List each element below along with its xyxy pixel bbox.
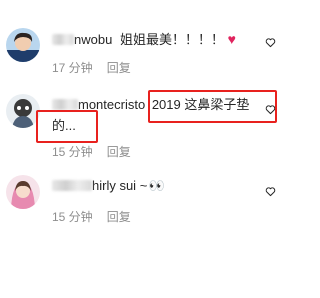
comment-item-2: montecristo 2019 这鼻梁子垫 的... 15 分钟 回复 <box>0 90 302 170</box>
reply-button[interactable]: 回复 <box>107 210 131 224</box>
avatar[interactable] <box>6 28 40 62</box>
comment-meta: 15 分钟 回复 <box>52 143 131 160</box>
comment-text-line: nwobu 姐姐最美！！！！ ♥ <box>52 31 236 48</box>
heart-emoji: ♥ <box>227 31 236 47</box>
username-redacted <box>52 34 74 45</box>
comment-meta: 15 分钟 回复 <box>52 208 131 225</box>
avatar[interactable] <box>6 94 40 128</box>
username-redacted <box>52 99 78 110</box>
comment-text: 姐姐最美！！！！ <box>119 32 224 47</box>
highlight-box-2 <box>36 110 98 143</box>
heart-outline-icon <box>265 187 276 197</box>
username-redacted <box>52 180 92 191</box>
comment-text: ~ 👀 <box>139 178 165 193</box>
avatar[interactable] <box>6 175 40 209</box>
comment-item-3: hirly sui ~ 👀 15 分钟 回复 <box>0 170 302 250</box>
comment-item-1: nwobu 姐姐最美！！！！ ♥ 17 分钟 回复 <box>0 0 302 90</box>
comment-time: 15 分钟 <box>52 145 93 159</box>
comment-text-line: hirly sui ~ 👀 <box>52 178 165 194</box>
like-button[interactable] <box>265 186 276 197</box>
username[interactable]: hirly sui <box>92 178 136 193</box>
highlight-box-1 <box>148 90 277 123</box>
reply-button[interactable]: 回复 <box>107 145 131 159</box>
user-avatar-boy-icon <box>6 28 40 62</box>
comment-meta: 17 分钟 回复 <box>52 59 131 76</box>
user-avatar-cartoon-icon <box>6 94 40 128</box>
reply-button[interactable]: 回复 <box>107 61 131 75</box>
comment-time: 15 分钟 <box>52 210 93 224</box>
user-avatar-girl-icon <box>6 175 40 209</box>
heart-outline-icon <box>265 38 276 48</box>
username[interactable]: nwobu <box>74 32 112 47</box>
comment-time: 17 分钟 <box>52 61 93 75</box>
like-button[interactable] <box>265 37 276 48</box>
